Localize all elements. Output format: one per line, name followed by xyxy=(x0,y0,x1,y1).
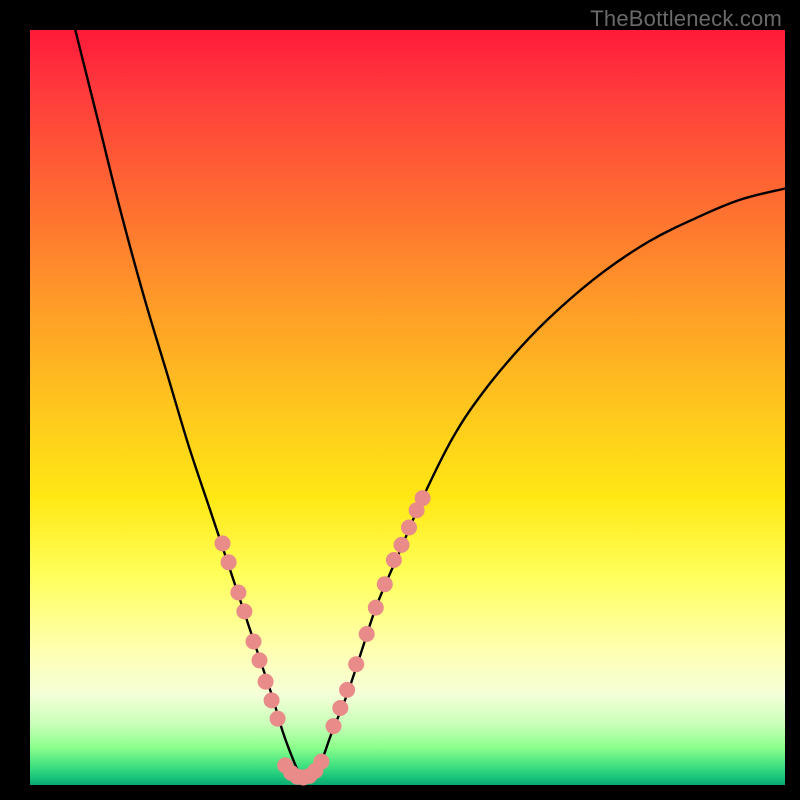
data-point xyxy=(359,626,375,642)
data-point xyxy=(270,711,286,727)
data-point xyxy=(258,674,274,690)
bottleneck-curve xyxy=(75,30,785,780)
data-point xyxy=(252,652,268,668)
watermark-text: TheBottleneck.com xyxy=(590,6,782,32)
data-point xyxy=(264,692,280,708)
data-point xyxy=(415,490,431,506)
data-point xyxy=(377,576,393,592)
data-point xyxy=(386,552,402,568)
data-point xyxy=(326,718,342,734)
data-point xyxy=(368,600,384,616)
chart-frame: TheBottleneck.com xyxy=(0,0,800,800)
data-point xyxy=(236,603,252,619)
plot-area xyxy=(30,30,785,785)
right-flank-dots xyxy=(326,490,431,734)
data-point xyxy=(230,585,246,601)
data-point xyxy=(339,682,355,698)
data-point xyxy=(348,656,364,672)
data-point xyxy=(313,754,329,770)
chart-overlay xyxy=(30,30,785,785)
data-point xyxy=(401,520,417,536)
data-point xyxy=(221,554,237,570)
data-point xyxy=(394,537,410,553)
data-point xyxy=(332,700,348,716)
data-point xyxy=(246,634,262,650)
valley-dots xyxy=(277,754,329,786)
data-point xyxy=(215,535,231,551)
